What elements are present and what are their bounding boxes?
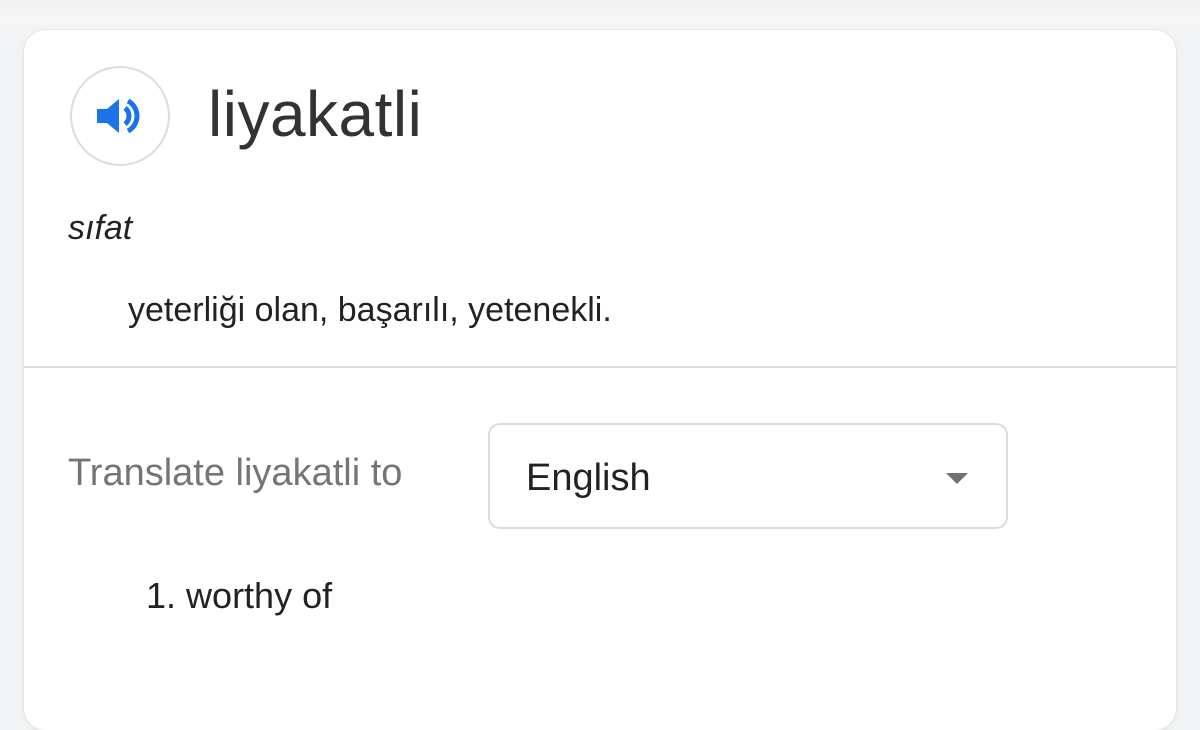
speaker-icon xyxy=(93,96,147,136)
top-bar-shadow xyxy=(0,0,1200,24)
translate-label: Translate liyakatli to xyxy=(68,452,403,494)
headword: liyakatli xyxy=(208,78,423,150)
section-divider xyxy=(24,366,1176,368)
translation-text: worthy of xyxy=(186,575,333,616)
selected-language: English xyxy=(526,457,651,499)
translation-result: 1. worthy of xyxy=(146,574,332,618)
translation-number: 1. xyxy=(146,575,177,616)
language-select[interactable]: English xyxy=(488,423,1008,529)
definition-text: yeterliği olan, başarılı, yetenekli. xyxy=(128,291,612,329)
part-of-speech: sıfat xyxy=(68,209,133,247)
dropdown-arrow-icon xyxy=(946,473,968,484)
pronounce-button[interactable] xyxy=(70,66,170,166)
dictionary-card: liyakatli sıfat yeterliği olan, başarılı… xyxy=(24,30,1176,730)
